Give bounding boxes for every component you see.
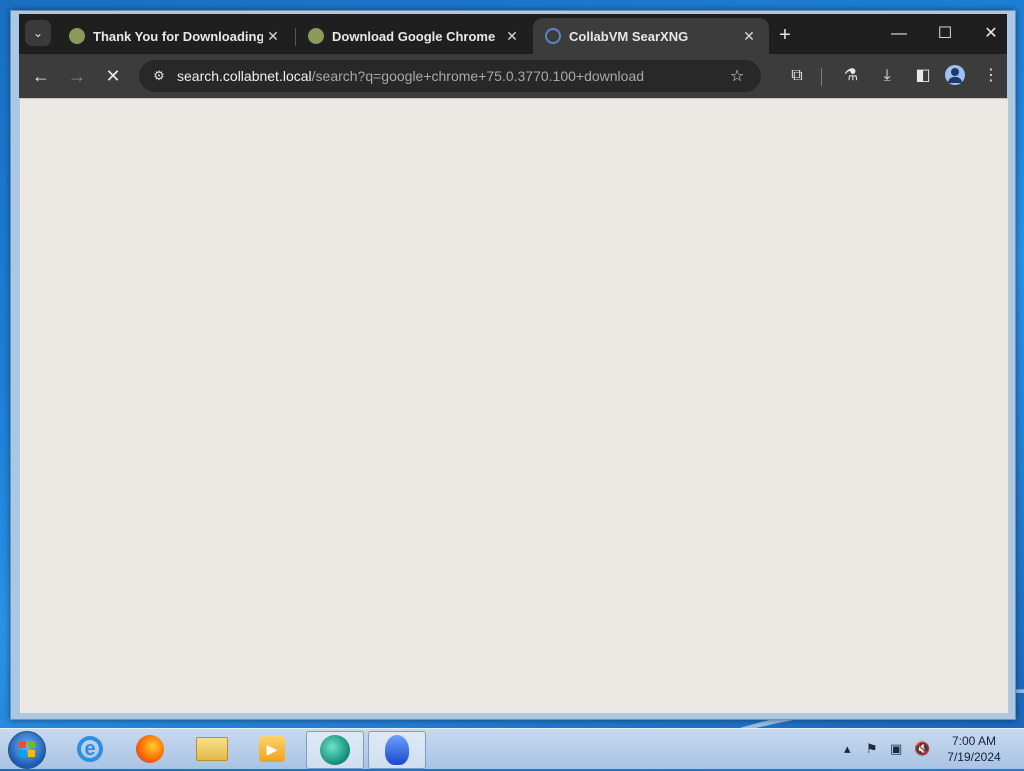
- volume-muted-icon[interactable]: 🔇: [914, 729, 930, 769]
- extensions-button[interactable]: ⧉: [783, 62, 811, 90]
- side-panel-button[interactable]: ◧: [909, 62, 937, 90]
- site-favicon-icon: [69, 28, 85, 44]
- network-icon[interactable]: ▣: [890, 729, 902, 769]
- action-center-flag-icon[interactable]: ⚑: [866, 729, 878, 769]
- site-info-icon[interactable]: ⚙: [149, 68, 169, 84]
- menu-button[interactable]: ⋮: [977, 62, 1005, 90]
- browser-toolbar: ← → ✕ ⚙ search.collabnet.local/search?q=…: [19, 54, 1007, 135]
- close-icon[interactable]: ✕: [739, 28, 759, 45]
- clock-date: 7/19/2024: [947, 750, 1001, 764]
- bookmark-star-icon[interactable]: ☆: [725, 66, 749, 86]
- profile-avatar[interactable]: [945, 65, 965, 85]
- tab-title: Thank You for Downloading!: [93, 28, 263, 44]
- address-bar[interactable]: ⚙ search.collabnet.local/search?q=google…: [139, 60, 761, 92]
- show-hidden-icons-button[interactable]: ▴: [844, 729, 851, 769]
- stop-icon: ✕: [105, 66, 121, 86]
- tab-title: Download Google Chrome: [332, 28, 496, 44]
- flask-icon: ⚗: [843, 67, 859, 84]
- site-favicon-icon: [308, 28, 324, 44]
- page-content-loading: [19, 98, 1009, 714]
- taskbar-internet-explorer[interactable]: e: [62, 731, 118, 767]
- tab-title: CollabVM SearXNG: [569, 28, 689, 44]
- folder-icon: [196, 737, 228, 761]
- firefox-icon: [136, 735, 164, 763]
- new-tab-button[interactable]: +: [773, 24, 797, 48]
- toolbar-divider: [821, 68, 822, 86]
- chevron-down-icon: ⌄: [32, 26, 44, 40]
- puzzle-icon: ⧉: [791, 67, 803, 84]
- tab-thank-you[interactable]: Thank You for Downloading! ✕: [57, 18, 293, 54]
- url-path: /search?q=google+chrome+75.0.3770.100+do…: [311, 68, 645, 84]
- windows-logo-icon: [19, 741, 35, 757]
- labs-button[interactable]: ⚗: [837, 62, 865, 90]
- browser-window: ⌄ Thank You for Downloading! ✕ Download …: [10, 10, 1016, 720]
- tab-download-chrome[interactable]: Download Google Chrome ✕: [296, 18, 532, 54]
- searxng-favicon-icon: [545, 28, 561, 44]
- clock-time: 7:00 AM: [951, 734, 997, 748]
- arrow-left-icon: ←: [32, 66, 50, 86]
- kebab-menu-icon: ⋮: [983, 67, 999, 84]
- taskbar-file-explorer[interactable]: [184, 731, 240, 767]
- close-window-button[interactable]: ✕: [971, 20, 1011, 48]
- back-button[interactable]: ←: [27, 62, 55, 90]
- download-icon: ⤓: [883, 67, 891, 84]
- maximize-button[interactable]: ☐: [925, 20, 965, 48]
- tab-collabvm-searxng[interactable]: CollabVM SearXNG ✕: [533, 18, 769, 54]
- side-panel-icon: ◧: [915, 67, 931, 84]
- arrow-right-icon: →: [68, 66, 86, 86]
- stop-loading-button[interactable]: ✕: [99, 62, 127, 90]
- blue-app-icon: [385, 735, 409, 765]
- taskbar: e ▶ ▴ ⚑ ▣ 🔇 7:00 AM 7/19/2024: [0, 728, 1024, 769]
- taskbar-firefox[interactable]: [122, 731, 178, 767]
- start-button[interactable]: [8, 731, 46, 769]
- url-host: search.collabnet.local: [177, 68, 312, 84]
- tab-strip: ⌄ Thank You for Downloading! ✕ Download …: [19, 14, 1007, 54]
- minimize-button[interactable]: —: [879, 20, 919, 48]
- taskbar-green-app[interactable]: [306, 731, 364, 769]
- media-player-icon: ▶: [259, 736, 285, 762]
- downloads-button[interactable]: ⤓: [873, 62, 901, 90]
- close-icon[interactable]: ✕: [502, 28, 522, 45]
- taskbar-blue-app[interactable]: [368, 731, 426, 769]
- system-clock[interactable]: 7:00 AM 7/19/2024: [936, 733, 1012, 765]
- close-icon[interactable]: ✕: [263, 28, 283, 45]
- tab-search-button[interactable]: ⌄: [25, 20, 51, 46]
- green-app-icon: [320, 735, 350, 765]
- url-text[interactable]: search.collabnet.local/search?q=google+c…: [177, 68, 725, 84]
- forward-button[interactable]: →: [63, 62, 91, 90]
- internet-explorer-icon: e: [77, 736, 103, 762]
- taskbar-media-player[interactable]: ▶: [244, 731, 300, 767]
